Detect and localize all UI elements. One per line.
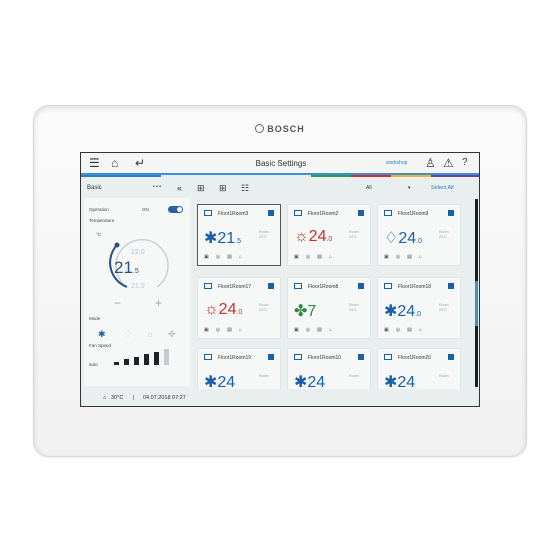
mode-glyph: ✱ [384,374,398,389]
unit-icon [294,354,302,360]
room-meta: Room [439,374,449,378]
room-name: Floor1Room10 [308,355,342,361]
room-meta: Room [259,374,269,378]
room-temperature: ✱24.0 [384,303,422,320]
scrollbar[interactable] [475,199,478,387]
room-name: Floor1Room8 [308,284,339,290]
room-temperature: ✱24 [294,374,326,389]
unit-icon [294,210,302,216]
room-temperature: ☼24.0 [204,301,243,318]
tile-status-icons: ▣◎▤⌂ [294,254,339,260]
select-checkbox[interactable] [448,210,454,216]
tile-status-icons: ▣◎▤⌂ [384,327,429,333]
unit-icon [204,210,212,216]
mode-glyph: ✤ [294,303,308,320]
outdoor-temp-icon: ⌂ [103,395,107,401]
mode-glyph: ✱ [294,374,308,389]
room-name: Floor1Room3 [218,211,249,217]
room-name: Floor1Room9 [398,211,429,217]
tile-status-icons: ▣◎▤⌂ [204,327,249,333]
room-name: Floor1Room17 [218,284,252,290]
unit-icon [204,283,212,289]
room-temperature: ✱24 [204,374,236,389]
room-name: Floor1Room20 [398,355,432,361]
bosch-logo-icon [255,124,265,133]
mode-glyph: ✱ [204,230,218,247]
date-time: 04.07.2018 07:27 [143,395,186,401]
tile-status-icons: ▣◎▤⌂ [384,254,429,260]
room-grid: Floor1Room3 ✱21.5 Room 21°C ▣◎▤⌂ Floor1Room2 ☼… [81,153,473,389]
select-checkbox[interactable] [358,283,364,289]
brand-logo: BOSCH [0,124,560,134]
select-checkbox[interactable] [268,210,274,216]
room-meta: Room 24°C [349,303,359,312]
select-checkbox[interactable] [448,354,454,360]
select-checkbox[interactable] [358,210,364,216]
mode-glyph: ☼ [204,301,219,318]
room-tile[interactable]: Floor1Room19✱24Room▣◎▤⌂ [197,348,281,389]
room-name: Floor1Room18 [398,284,432,290]
room-tile[interactable]: Floor1Room17 ☼24.0 Room 24°C ▣◎▤⌂ [197,277,281,339]
unit-icon [294,283,302,289]
room-temperature: ✤7 [294,303,317,320]
mode-glyph: ✱ [384,303,398,320]
scroll-thumb[interactable] [475,281,478,326]
select-checkbox[interactable] [448,283,454,289]
select-checkbox[interactable] [268,283,274,289]
room-tile[interactable]: Floor1Room8 ✤7 Room 24°C ▣◎▤⌂ [287,277,371,339]
room-meta: Room 24°C [439,230,449,239]
touch-screen: ☰ ⌂ ↵ Basic Settings workshop ♙ ⚠ ? Basi… [80,152,480,407]
tile-status-icons: ▣◎▤⌂ [204,254,249,260]
footer-separator: | [133,395,135,401]
room-meta: Room 24°C [259,303,269,312]
room-meta: Room [349,374,359,378]
outdoor-temperature: 30°C [111,395,124,401]
room-temperature: ✱24 [384,374,416,389]
unit-icon [384,210,392,216]
room-name: Floor1Room19 [218,355,252,361]
room-name: Floor1Room2 [308,211,339,217]
room-tile[interactable]: Floor1Room18 ✱24.0 Room 24°C ▣◎▤⌂ [377,277,461,339]
room-tile[interactable]: Floor1Room2 ☼24.0 Room 24°C ▣◎▤⌂ [287,204,371,266]
select-checkbox[interactable] [268,354,274,360]
mode-glyph: ♢ [384,230,399,247]
room-tile[interactable]: Floor1Room9 ♢24.0 Room 24°C ▣◎▤⌂ [377,204,461,266]
room-temperature: ♢24.0 [384,230,422,247]
room-tile[interactable]: Floor1Room20✱24Room▣◎▤⌂ [377,348,461,389]
select-checkbox[interactable] [358,354,364,360]
mode-glyph: ✱ [204,374,218,389]
unit-icon [204,354,212,360]
status-footer: ⌂ 30°C | 04.07.2018 07:27 [81,389,479,406]
unit-icon [384,354,392,360]
room-temperature: ✱21.5 [204,230,242,247]
room-tile[interactable]: Floor1Room3 ✱21.5 Room 21°C ▣◎▤⌂ [197,204,281,266]
room-tile[interactable]: Floor1Room10✱24Room▣◎▤⌂ [287,348,371,389]
room-temperature: ☼24.0 [294,228,333,245]
mode-glyph: ☼ [294,228,309,245]
room-meta: Room 21°C [259,230,269,239]
tile-status-icons: ▣◎▤⌂ [294,327,339,333]
room-meta: Room 24°C [349,230,359,239]
unit-icon [384,283,392,289]
room-meta: Room 24°C [439,303,449,312]
